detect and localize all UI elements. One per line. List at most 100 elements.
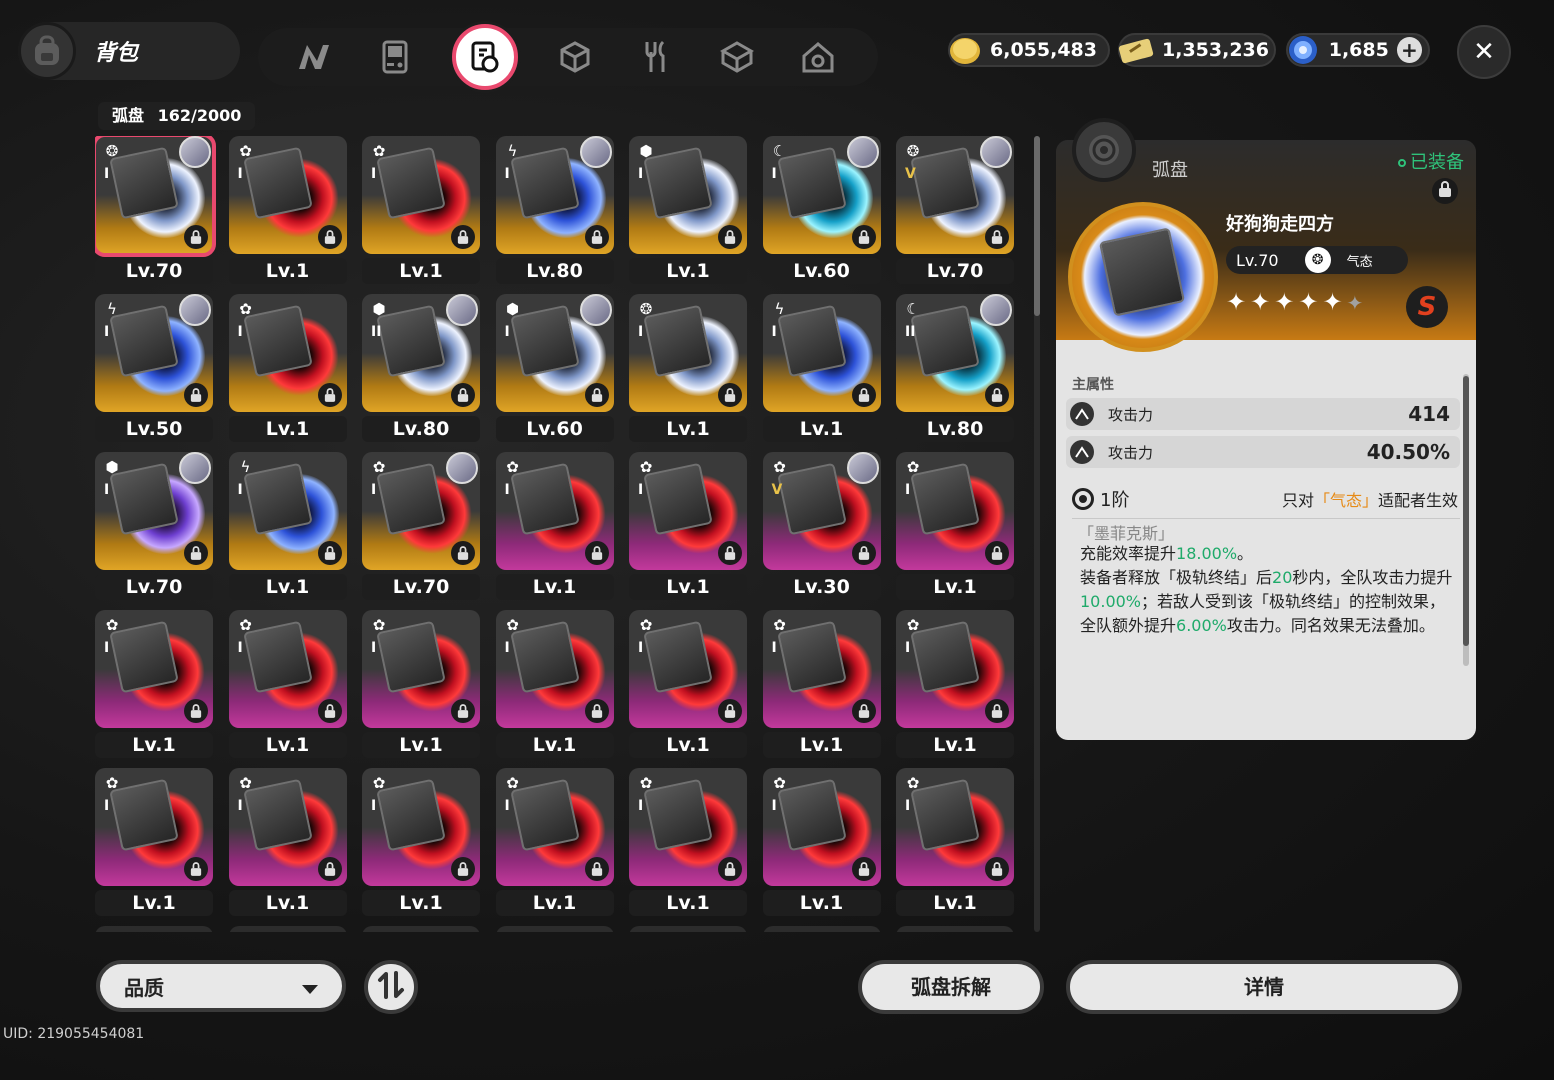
disc-grid-item[interactable]: ✿ I Lv.1 [495,610,616,760]
lock-icon[interactable] [718,857,742,881]
lock-toggle-button[interactable] [1432,178,1458,204]
disc-card[interactable]: ✿ I [896,610,1014,728]
disc-grid-item[interactable]: ✿ I Lv.1 [896,610,1016,760]
disc-card[interactable]: ⬢ II [362,294,480,412]
disc-grid-item[interactable]: ✿ I Lv.1 [495,452,616,602]
disc-grid-item[interactable]: ✿ I Lv.1 [228,294,349,444]
disc-card[interactable]: ✿ I [228,768,347,886]
disc-card[interactable]: ✿ I [362,610,480,728]
disc-grid-item[interactable]: ✿ I Lv.1 [896,768,1016,918]
disc-card[interactable] [495,926,614,932]
polychrome-currency[interactable]: 1,685 + [1286,33,1430,67]
lock-icon[interactable] [851,541,876,565]
disc-grid-item[interactable]: ❂ I Lv.1 [629,294,749,444]
disc-card[interactable]: ✿ I [629,610,747,728]
lock-icon[interactable] [184,857,208,881]
disc-card[interactable]: ✿ I [495,610,614,728]
disc-card[interactable]: ϟI [228,452,347,570]
lock-icon[interactable] [317,225,342,249]
lock-icon[interactable] [851,225,876,249]
lock-icon[interactable] [451,541,475,565]
disc-grid-item[interactable]: ☾ I Lv.60 [762,136,883,286]
dismantle-button[interactable]: 弧盘拆解 [858,960,1044,1014]
lock-icon[interactable] [985,699,1009,723]
disc-grid-item[interactable]: ϟ I Lv.1 [762,294,883,444]
disc-card[interactable]: ✿ I [896,768,1014,886]
home-icon[interactable] [794,33,842,81]
disc-grid-item[interactable] [495,926,616,932]
lock-icon[interactable] [584,225,609,249]
disc-grid-item[interactable]: ✿ I Lv.1 [95,610,215,760]
disc-card[interactable]: ⬢ I [629,136,747,254]
disc-card[interactable]: ✿ I [362,452,480,570]
lock-icon[interactable] [718,699,742,723]
disc-grid-item[interactable] [228,926,349,932]
lock-icon[interactable] [451,225,475,249]
disc-grid-item[interactable]: ✿ I Lv.1 [95,768,215,918]
lock-icon[interactable] [584,857,609,881]
disc-grid-item[interactable]: ✿ I Lv.1 [362,768,482,918]
lock-icon[interactable] [317,541,342,565]
lock-icon[interactable] [317,699,342,723]
disc-card[interactable]: ✿ I [629,452,747,570]
disc-grid-item[interactable]: ❂ I Lv.70 [95,136,216,286]
disc-card[interactable]: ✿ I [228,610,347,728]
lock-icon[interactable] [718,383,742,407]
lock-icon[interactable] [184,225,208,249]
sort-order-button[interactable] [364,960,418,1014]
disc-grid-item[interactable]: ⬢ I Lv.60 [495,294,616,444]
disc-card[interactable]: ⬢ I [95,452,213,570]
lock-icon[interactable] [985,857,1009,881]
disc-card[interactable] [228,926,347,932]
disc-card[interactable]: ✿ I [95,610,213,728]
lock-icon[interactable] [184,541,208,565]
disc-card[interactable]: ⬢ I [495,294,614,412]
disc-card[interactable]: ✿ I [362,136,480,254]
disc-card[interactable]: ❂ I [629,294,747,412]
close-button[interactable]: ✕ [1457,25,1511,79]
disc-grid-item[interactable] [95,926,215,932]
lock-icon[interactable] [451,699,475,723]
lock-icon[interactable] [184,699,208,723]
fork-knife-icon[interactable] [632,33,680,81]
lock-icon[interactable] [718,541,742,565]
disc-card[interactable]: ✿ I [495,768,614,886]
lock-icon[interactable] [851,699,876,723]
disc-grid-item[interactable]: ✿ I Lv.1 [362,610,482,760]
quality-filter-dropdown[interactable]: 品质 [96,960,346,1012]
disc-grid-item[interactable] [629,926,749,932]
disc-card[interactable]: ❂ I [95,136,216,257]
disc-card[interactable] [896,926,1014,932]
disc-grid-item[interactable]: ϟ I Lv.1 [228,452,349,602]
disc-card[interactable]: ✿ I [228,136,347,254]
gold-currency[interactable]: 6,055,483 [948,33,1110,67]
disc-grid-item[interactable]: ⬢ II Lv.80 [362,294,482,444]
lock-icon[interactable] [584,383,609,407]
cube-icon[interactable] [551,33,599,81]
disc-card[interactable] [362,926,480,932]
disc-grid-item[interactable]: ✿ V Lv.30 [762,452,883,602]
disc-card[interactable]: ✿ I [629,768,747,886]
disc-card[interactable] [762,926,881,932]
disc-grid-item[interactable]: ❂ V Lv.70 [896,136,1016,286]
disc-card[interactable]: ϟI [495,136,614,254]
handheld-console-icon[interactable] [371,33,419,81]
disc-card[interactable]: ☾ I [762,136,881,254]
lock-icon[interactable] [317,383,342,407]
lock-icon[interactable] [851,383,876,407]
disc-card[interactable]: ✿ I [228,294,347,412]
lock-icon[interactable] [851,857,876,881]
disc-grid-item[interactable]: ⬢ I Lv.1 [629,136,749,286]
disc-grid-item[interactable]: ✿ I Lv.1 [228,136,349,286]
ticket-currency[interactable]: 1,353,236 [1118,33,1276,67]
detail-scrollbar[interactable] [1463,374,1469,666]
disc-grid-item[interactable]: ✿ I Lv.1 [495,768,616,918]
lock-icon[interactable] [317,857,342,881]
n-logo-icon[interactable] [290,33,338,81]
disc-grid-item[interactable]: ✿ I Lv.1 [629,610,749,760]
disc-card[interactable] [629,926,747,932]
add-currency-button[interactable]: + [1396,37,1422,63]
disc-card[interactable]: ☾ II [896,294,1014,412]
disc-card[interactable]: ϟI [95,294,213,412]
disc-grid-item[interactable]: ✿ I Lv.1 [228,610,349,760]
